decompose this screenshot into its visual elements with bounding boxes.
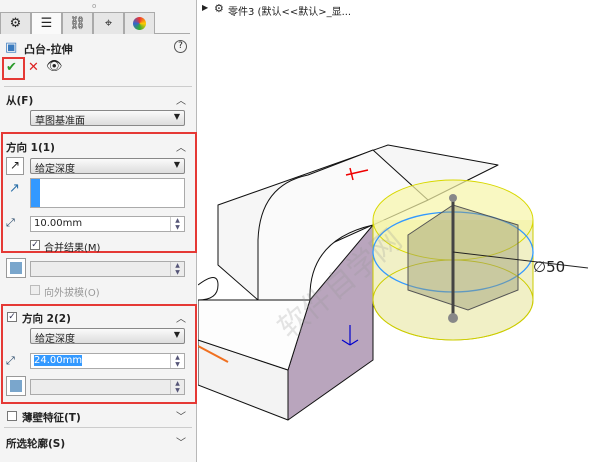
draft-outward-label: 向外拔模(O) <box>44 288 100 299</box>
chevron-up-icon[interactable]: ︿ <box>176 92 186 107</box>
direction2-checkbox[interactable]: ✓ <box>7 312 17 322</box>
end-condition-select-1[interactable]: 给定深度 ▼ <box>30 158 185 175</box>
depth-input-1[interactable]: 10.00mm ▲ ▼ <box>30 216 185 232</box>
manager-tabs: ⚙ ☰ ⛓ ⌖ <box>0 12 190 34</box>
graphics-viewport[interactable]: ▶ ⚙ 零件3 (默认<<默认>_显... ∅50 软件自学网 <box>198 0 600 462</box>
chevron-up-icon[interactable]: ︿ <box>176 310 186 325</box>
depth-spinner[interactable]: ▲ ▼ <box>170 217 184 231</box>
selected-contours-label: 所选轮廓(S) <box>6 438 66 450</box>
draft-button-2[interactable] <box>6 376 26 396</box>
draft-icon <box>10 380 22 392</box>
from-value: 草图基准面 <box>35 116 85 127</box>
extrude-boss-icon: ▣ <box>5 40 18 55</box>
divider <box>4 86 192 87</box>
property-manager-panel: o ⚙ ☰ ⛓ ⌖ ▣ 凸台-拉伸 ? ✔ ✕ 👁 从(F) ︿ 草图基准面 ▼ … <box>0 0 197 462</box>
direction1-label: 方向 1(1) <box>6 142 55 154</box>
depth-d2-icon: ⤢ <box>6 354 15 367</box>
crosshair-icon: ⌖ <box>104 16 113 31</box>
chevron-down-icon[interactable]: ﹀ <box>176 408 186 423</box>
draft-angle-input[interactable]: ▲ ▼ <box>30 261 185 277</box>
direction-selection-box[interactable] <box>30 178 185 208</box>
tab-property-manager[interactable]: ☰ <box>31 12 62 34</box>
drag-handle-bottom <box>448 313 458 323</box>
tab-dimxpert[interactable]: ⌖ <box>93 12 124 34</box>
tab-configuration-manager[interactable]: ⛓ <box>62 12 93 34</box>
depth-d1-icon: ⤢ <box>6 216 15 229</box>
dropdown-arrow-icon: ▼ <box>173 330 180 339</box>
configuration-icon: ⛓ <box>69 16 86 31</box>
depth-input-2[interactable]: 24.00mm ▲ ▼ <box>30 353 185 369</box>
divider <box>4 427 192 428</box>
dropdown-arrow-icon: ▼ <box>173 160 180 169</box>
drag-handle[interactable]: o <box>92 2 96 10</box>
chevron-up-icon[interactable]: ︿ <box>176 139 186 154</box>
end-condition-select-2[interactable]: 给定深度 ▼ <box>30 328 185 345</box>
end-condition-value: 给定深度 <box>35 164 75 175</box>
appearance-ball-icon <box>133 17 146 30</box>
thin-feature-checkbox[interactable] <box>7 411 17 421</box>
from-select[interactable]: 草图基准面 ▼ <box>30 110 185 127</box>
hole-edge <box>198 277 219 301</box>
depth-value-1: 10.00mm <box>34 218 83 229</box>
chevron-down-icon[interactable]: ﹀ <box>176 434 186 449</box>
draft-spinner[interactable]: ▲ ▼ <box>170 262 184 276</box>
ok-check-icon[interactable]: ✔ <box>6 60 17 75</box>
draft-button[interactable] <box>6 258 26 278</box>
from-section-label: 从(F) <box>6 95 34 107</box>
end-condition-value: 给定深度 <box>35 334 75 345</box>
depth-value-2: 24.00mm <box>34 355 83 366</box>
draft-icon <box>10 262 22 274</box>
selection-indicator <box>31 179 40 207</box>
preview-eye-icon[interactable]: 👁 <box>46 59 63 74</box>
tab-display-manager[interactable] <box>124 12 155 34</box>
property-list-icon: ☰ <box>40 16 53 31</box>
reverse-direction-button[interactable]: ↗ <box>6 157 24 175</box>
tab-feature-manager[interactable]: ⚙ <box>0 12 31 34</box>
cancel-x-icon[interactable]: ✕ <box>28 60 39 75</box>
direction-vector-icon: ↗ <box>9 181 20 196</box>
draft-outward-checkbox[interactable] <box>30 285 40 295</box>
merge-result-checkbox[interactable]: ✓ <box>30 240 40 250</box>
draft-spinner[interactable]: ▲ ▼ <box>170 380 184 394</box>
reverse-arrow-icon: ↗ <box>9 158 21 172</box>
model-view: ∅50 软件自学网 <box>198 144 589 421</box>
feature-title: 凸台-拉伸 <box>24 43 73 56</box>
thin-feature-label: 薄壁特征(T) <box>22 412 81 424</box>
direction2-label: 方向 2(2) <box>22 313 71 325</box>
diameter-dimension[interactable]: ∅50 <box>533 258 565 276</box>
merge-result-label: 合并结果(M) <box>44 243 101 254</box>
dropdown-arrow-icon: ▼ <box>173 112 180 121</box>
feature-tree-icon: ⚙ <box>9 16 22 31</box>
help-button[interactable]: ? <box>174 40 187 53</box>
draft-angle-input-2[interactable]: ▲ ▼ <box>30 379 185 395</box>
drag-handle-top <box>449 194 457 202</box>
depth-spinner[interactable]: ▲ ▼ <box>170 354 184 368</box>
